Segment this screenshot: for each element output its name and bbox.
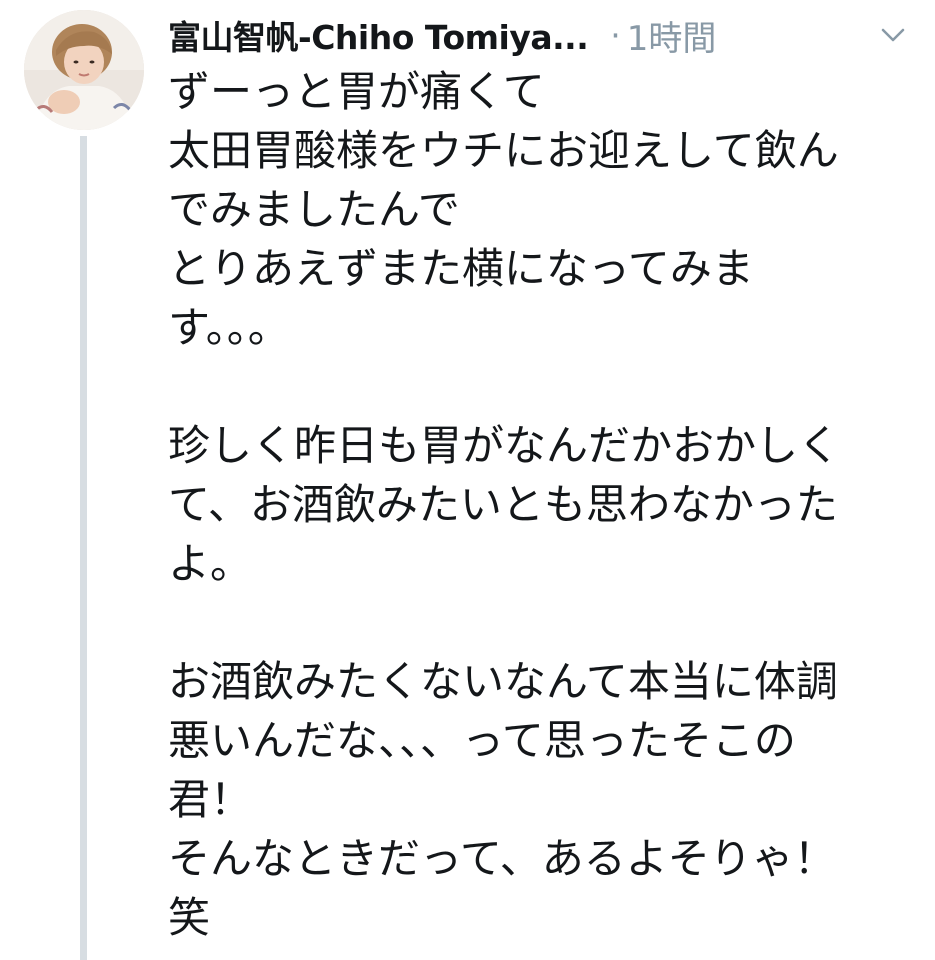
tweet-text: ずーっと胃が痛くて 太田胃酸様をウチにお迎えして飲ん でみましたんで とりあえず… <box>168 62 928 947</box>
tweet-text-line: ずーっと胃が痛くて <box>168 67 545 116</box>
avatar[interactable] <box>24 10 144 130</box>
tweet-text-line: 君！ <box>168 775 253 824</box>
tweet-header: 富山智帆-Chiho Tomiya... · 1時間 <box>168 10 918 60</box>
tweet-text-line: す。。。 <box>168 303 290 352</box>
tweet-text-line: 悪いんだな、、、って思ったそこの <box>168 716 796 765</box>
thread-connector-line <box>80 136 87 960</box>
chevron-down-icon[interactable] <box>878 24 908 46</box>
tweet-text-line: とりあえずまた横になってみま <box>168 244 754 293</box>
tweet-text-line: お酒飲みたくないなんて本当に体調 <box>168 657 838 706</box>
tweet-text-line: て、お酒飲みたいとも思わなかった <box>168 480 838 529</box>
tweet-text-line: 笑 <box>168 893 211 942</box>
profile-photo-image <box>24 10 144 130</box>
separator-dot: · <box>610 15 621 55</box>
tweet-text-line: でみましたんで <box>168 185 460 234</box>
tweet-text-line: 太田胃酸様をウチにお迎えして飲ん <box>168 126 839 175</box>
timestamp[interactable]: 1時間 <box>627 11 717 60</box>
tweet-text-line: よ。 <box>168 539 253 588</box>
display-name[interactable]: 富山智帆-Chiho Tomiya... <box>168 11 589 59</box>
tweet-text-line: そんなときだって、あるよそりゃ！ <box>168 834 836 883</box>
tweet-text-line: 珍しく昨日も胃がなんだかおかしく <box>168 421 841 470</box>
